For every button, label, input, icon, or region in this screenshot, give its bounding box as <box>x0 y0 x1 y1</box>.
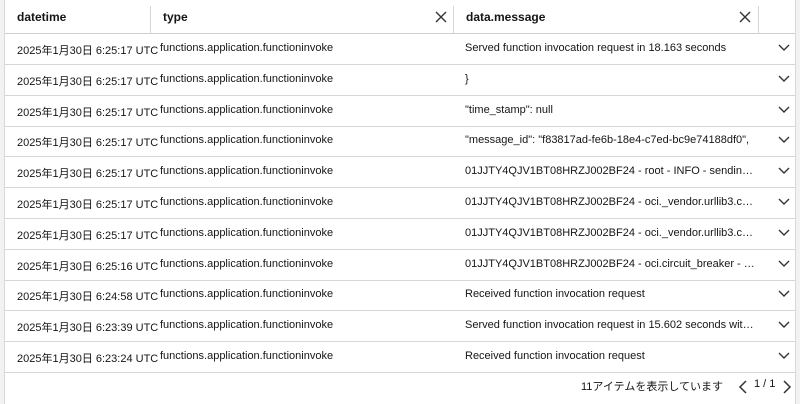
cell-message: "message_id": "f83817ad-fe6b-18e4-c7ed-b… <box>465 134 750 147</box>
cell-datetime: 2025年1月30日 6:25:17 UTC <box>17 75 159 88</box>
cell-message: } <box>465 72 469 85</box>
table-row[interactable]: 2025年1月30日 6:23:24 UTC functions.applicat… <box>5 342 795 373</box>
chevron-down-icon[interactable] <box>778 198 790 206</box>
cell-type: functions.application.functioninvoke <box>160 257 334 270</box>
table-row[interactable]: 2025年1月30日 6:25:17 UTC functions.applicat… <box>5 157 795 189</box>
chevron-right-icon[interactable] <box>782 380 792 394</box>
column-divider <box>758 6 759 33</box>
chevron-down-icon[interactable] <box>778 290 790 298</box>
page-indicator: 1 / 1 <box>754 378 776 390</box>
cell-datetime: 2025年1月30日 6:25:17 UTC <box>17 199 159 211</box>
cell-datetime: 2025年1月30日 6:23:24 UTC <box>17 353 159 365</box>
cell-datetime: 2025年1月30日 6:25:17 UTC <box>17 106 159 119</box>
column-header-type: type <box>151 0 453 33</box>
cell-type: functions.application.functioninvoke <box>160 165 334 178</box>
cell-message: 01JJTY4QJV1BT08HRZJ002BF24 - oci._vendor… <box>465 226 757 239</box>
cell-type: functions.application.functioninvoke <box>160 196 334 208</box>
close-icon[interactable] <box>739 11 751 23</box>
column-header-datetime-label: datetime <box>17 10 67 24</box>
chevron-down-icon[interactable] <box>778 167 790 175</box>
cell-datetime: 2025年1月30日 6:25:17 UTC <box>17 137 159 150</box>
table-row[interactable]: 2025年1月30日 6:25:17 UTC functions.applicat… <box>5 65 795 96</box>
column-header-type-label: type <box>163 10 188 24</box>
cell-message: Served function invocation request in 18… <box>465 42 727 54</box>
chevron-down-icon[interactable] <box>778 44 790 52</box>
chevron-down-icon[interactable] <box>778 260 790 268</box>
cell-type: functions.application.functioninvoke <box>160 288 334 301</box>
cell-type: functions.application.functioninvoke <box>160 319 334 332</box>
chevron-down-icon[interactable] <box>778 321 790 329</box>
item-count-text: 11アイテムを表示しています <box>581 381 723 393</box>
table-row[interactable]: 2025年1月30日 6:25:16 UTC functions.applicat… <box>5 250 795 281</box>
cell-message: Received function invocation request <box>465 288 645 301</box>
cell-datetime: 2025年1月30日 6:23:39 UTC <box>17 322 159 335</box>
cell-type: functions.application.functioninvoke <box>160 134 334 147</box>
cell-message: "time_stamp": null <box>465 103 553 116</box>
table-row[interactable]: 2025年1月30日 6:25:17 UTC functions.applicat… <box>5 219 795 250</box>
table-header: datetime type data.message <box>5 0 795 34</box>
cell-message: 01JJTY4QJV1BT08HRZJ002BF24 - oci.circuit… <box>465 257 757 270</box>
table-footer: 11アイテムを表示しています 1 / 1 <box>5 370 795 404</box>
cell-message: 01JJTY4QJV1BT08HRZJ002BF24 - root - INFO… <box>465 165 757 178</box>
close-icon[interactable] <box>435 11 447 23</box>
table-row[interactable]: 2025年1月30日 6:23:39 UTC functions.applicat… <box>5 311 795 343</box>
cell-message: Received function invocation request <box>465 350 645 362</box>
cell-datetime: 2025年1月30日 6:25:17 UTC <box>17 168 159 181</box>
chevron-down-icon[interactable] <box>778 352 790 360</box>
column-header-datetime: datetime <box>5 0 150 33</box>
cell-datetime: 2025年1月30日 6:25:17 UTC <box>17 45 159 57</box>
cell-datetime: 2025年1月30日 6:24:58 UTC <box>17 291 159 304</box>
table-row[interactable]: 2025年1月30日 6:25:17 UTC functions.applicat… <box>5 96 795 127</box>
column-header-message-label: data.message <box>466 10 546 24</box>
column-header-message: data.message <box>454 0 758 33</box>
logs-table-panel: datetime type data.message 2025年1月30日 6:… <box>4 0 796 404</box>
cell-message: 01JJTY4QJV1BT08HRZJ002BF24 - oci._vendor… <box>465 196 757 208</box>
table-row[interactable]: 2025年1月30日 6:25:17 UTC functions.applicat… <box>5 188 795 219</box>
chevron-left-icon[interactable] <box>738 380 748 394</box>
cell-datetime: 2025年1月30日 6:25:17 UTC <box>17 229 159 242</box>
cell-type: functions.application.functioninvoke <box>160 72 334 85</box>
cell-type: functions.application.functioninvoke <box>160 103 334 116</box>
table-row[interactable]: 2025年1月30日 6:25:17 UTC functions.applicat… <box>5 126 795 158</box>
cell-message: Served function invocation request in 15… <box>465 319 757 332</box>
cell-type: functions.application.functioninvoke <box>160 226 334 239</box>
cell-type: functions.application.functioninvoke <box>160 42 334 54</box>
chevron-down-icon[interactable] <box>778 106 790 114</box>
chevron-down-icon[interactable] <box>778 75 790 83</box>
cell-datetime: 2025年1月30日 6:25:16 UTC <box>17 260 159 273</box>
table-row[interactable]: 2025年1月30日 6:24:58 UTC functions.applicat… <box>5 280 795 312</box>
chevron-down-icon[interactable] <box>778 229 790 237</box>
cell-type: functions.application.functioninvoke <box>160 350 334 362</box>
table-row[interactable]: 2025年1月30日 6:25:17 UTC functions.applicat… <box>5 34 795 65</box>
chevron-down-icon[interactable] <box>778 136 790 144</box>
